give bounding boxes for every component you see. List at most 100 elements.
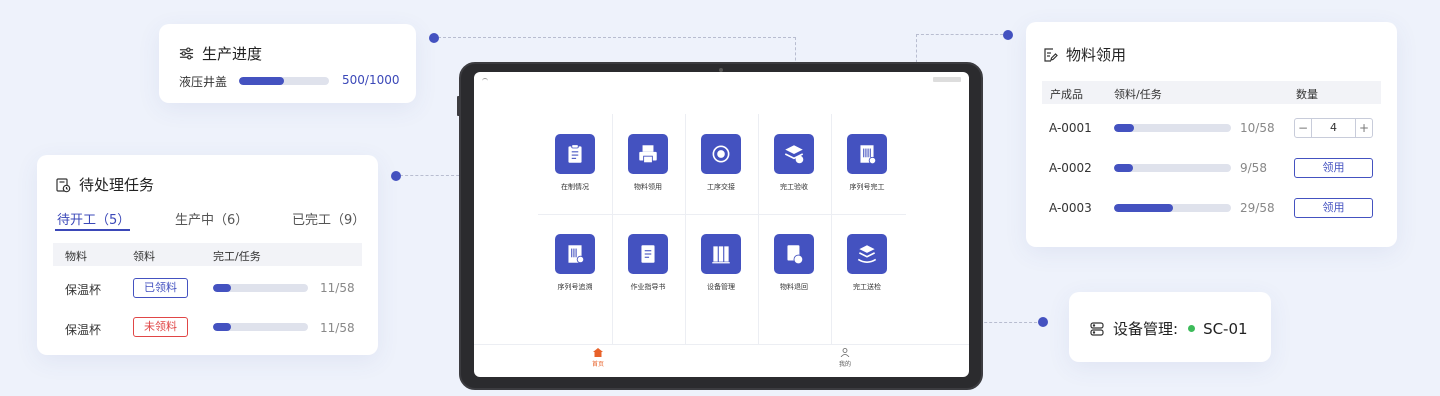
barcode-pin-icon: [568, 245, 585, 264]
header-picking: 领料: [133, 250, 155, 263]
header-done-task: 完工/任务: [213, 250, 261, 263]
header-product: 产成品: [1050, 88, 1083, 101]
row-progress-fill: [213, 323, 232, 331]
clipboard-icon: [568, 144, 582, 163]
app-tile[interactable]: 序列号完工: [832, 134, 902, 192]
progress-title: 生产进度: [202, 45, 263, 63]
row-progress-bar: [1114, 124, 1231, 132]
app-tile-label: 工序交接: [707, 183, 735, 191]
material-title: 物料领用: [1066, 46, 1127, 64]
requisition-button[interactable]: 领用: [1294, 158, 1373, 178]
nav-home[interactable]: 首页: [578, 348, 618, 368]
clipboard-clock-icon: [56, 177, 71, 192]
decrement-button[interactable]: −: [1295, 121, 1311, 135]
app-tile-label: 完工送检: [853, 283, 881, 291]
row-progress-text: 29/58: [1240, 201, 1275, 215]
return-icon: [787, 245, 804, 265]
header-quantity: 数量: [1296, 88, 1318, 101]
stack-check-icon: [774, 134, 814, 174]
refresh-icon: [701, 134, 741, 174]
app-tile-label: 设备管理: [707, 283, 735, 291]
increment-button[interactable]: +: [1356, 121, 1372, 135]
row-progress-text: 11/58: [320, 281, 355, 295]
stack-hand-icon: [847, 234, 887, 274]
production-progress-card: 生产进度 液压井盖 500/1000: [159, 24, 416, 103]
material-requisition-card: 物料领用 产成品 领料/任务 数量 A-0001 10/58 − 4 + A-0…: [1026, 22, 1397, 247]
row-progress-fill: [213, 284, 232, 292]
status-badge: 未领料: [133, 317, 188, 337]
nav-home-label: 首页: [591, 361, 604, 368]
app-tile[interactable]: 作业指导书: [613, 234, 683, 292]
app-tile[interactable]: 工序交接: [686, 134, 756, 192]
tab-not-started[interactable]: 待开工（5）: [57, 209, 130, 228]
app-tile-label: 在制情况: [561, 183, 589, 191]
row-progress-text: 11/58: [320, 321, 355, 335]
app-tile[interactable]: 在制情况: [540, 134, 610, 192]
stack-hand-icon: [857, 245, 877, 263]
printer-icon: [639, 145, 657, 164]
device-management-card: 设备管理: SC-01: [1069, 292, 1271, 362]
app-tile[interactable]: 序列号追溯: [540, 234, 610, 292]
pending-card-title: 待处理任务: [55, 174, 154, 195]
connector-dot: [391, 171, 401, 181]
row-progress-fill: [1114, 164, 1133, 172]
app-tile[interactable]: 设备管理: [686, 234, 756, 292]
row-product: A-0003: [1049, 201, 1092, 215]
app-tile[interactable]: 完工送检: [832, 234, 902, 292]
row-product: A-0002: [1049, 161, 1092, 175]
app-tile[interactable]: 物料退回: [759, 234, 829, 292]
active-tab-underline: [55, 229, 130, 231]
device-value: SC-01: [1203, 319, 1248, 338]
material-card-title: 物料领用: [1042, 44, 1126, 65]
equipment-icon: [701, 234, 741, 274]
header-material: 物料: [65, 250, 87, 263]
progress-bar: [239, 77, 329, 85]
app-tile-label: 序列号完工: [849, 183, 885, 191]
row-progress-bar: [213, 323, 308, 331]
quantity-stepper[interactable]: − 4 +: [1294, 118, 1373, 138]
requisition-button[interactable]: 领用: [1294, 198, 1373, 218]
status-badge: 已领料: [133, 278, 188, 298]
row-progress-text: 9/58: [1240, 161, 1267, 175]
tab-in-production[interactable]: 生产中（6）: [175, 209, 248, 228]
row-progress-fill: [1114, 204, 1173, 212]
pending-title: 待处理任务: [79, 176, 155, 194]
app-tile[interactable]: 物料领用: [613, 134, 683, 192]
app-tile[interactable]: 完工验收: [759, 134, 829, 192]
document-icon: [641, 245, 655, 263]
equipment-icon: [712, 246, 730, 264]
device-label: 设备管理:: [1113, 320, 1179, 338]
pending-tasks-card: 待处理任务 待开工（5） 生产中（6） 已完工（9） 物料 领料 完工/任务 保…: [37, 155, 378, 355]
material-table-header: 产成品 领料/任务 数量: [1042, 81, 1381, 104]
progress-item-label: 液压井盖: [179, 75, 228, 89]
clipboard-icon: [555, 134, 595, 174]
connector-dot: [429, 33, 439, 43]
barcode-check-icon: [860, 145, 877, 165]
tablet-screen: 首页 我的 在制情况 物料领用 工序交接 完工验收 序列号完工序列号追溯 作业指导书 设备管…: [474, 72, 969, 377]
user-icon: [840, 348, 850, 358]
app-tile-label: 作业指导书: [630, 283, 666, 291]
tab-completed[interactable]: 已完工（9）: [292, 209, 365, 228]
return-icon: [774, 234, 814, 274]
app-tile-label: 物料退回: [780, 283, 808, 291]
header-picking-task: 领料/任务: [1114, 88, 1162, 101]
row-progress-fill: [1114, 124, 1134, 132]
progress-value: 500/1000: [342, 73, 400, 87]
barcode-pin-icon: [555, 234, 595, 274]
barcode-check-icon: [847, 134, 887, 174]
server-icon: [1090, 321, 1104, 336]
app-tile-label: 完工验收: [780, 183, 808, 191]
stack-check-icon: [784, 145, 804, 164]
progress-card-title: 生产进度: [179, 43, 262, 64]
app-tile-label: 序列号追溯: [557, 283, 593, 291]
nav-mine[interactable]: 我的: [825, 348, 865, 368]
connector-dot: [1003, 30, 1013, 40]
row-progress-bar: [1114, 204, 1231, 212]
tablet-side-button: [457, 96, 460, 116]
refresh-icon: [712, 145, 730, 163]
home-icon: [593, 348, 603, 357]
row-material: 保温杯: [65, 323, 102, 337]
wifi-icon: [482, 78, 488, 82]
row-progress-bar: [1114, 164, 1231, 172]
quantity-value[interactable]: 4: [1311, 119, 1356, 137]
